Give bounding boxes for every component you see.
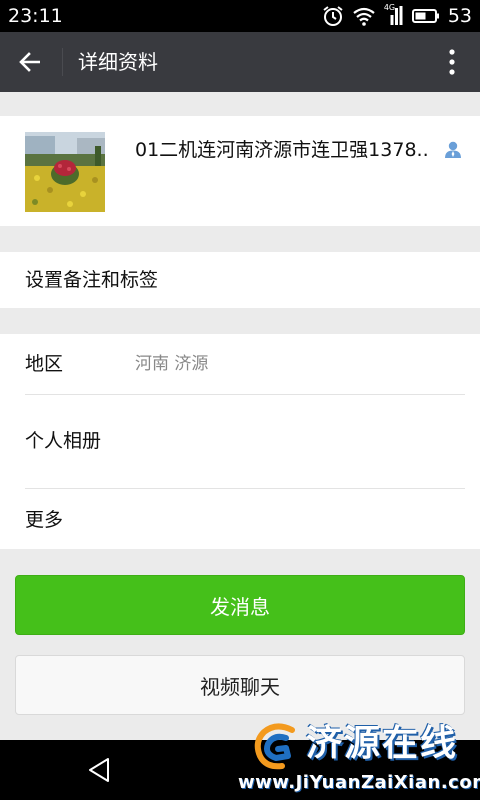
profile-card[interactable]: 01二机连河南济源市连卫强1378..: [0, 116, 480, 226]
more-vertical-icon: [449, 49, 455, 75]
nav-back-icon[interactable]: [86, 756, 114, 784]
info-list: 地区 河南 济源 个人相册 更多: [0, 334, 480, 549]
signal-icon: 4G: [384, 3, 404, 27]
status-bar: 23:11 4G 53: [0, 0, 480, 32]
title-bar: 详细资料: [0, 32, 480, 92]
avatar[interactable]: [25, 132, 105, 212]
watermark-title: 济源在线: [306, 723, 459, 764]
video-chat-button[interactable]: 视频聊天: [15, 655, 465, 715]
battery-icon: [411, 9, 439, 23]
more-menu-button[interactable]: [442, 46, 462, 78]
divider: [25, 394, 465, 395]
status-icons: 4G 53: [322, 3, 472, 28]
title-divider: [62, 48, 63, 76]
contact-person-icon: [445, 141, 461, 158]
personal-album-item[interactable]: 个人相册: [25, 427, 101, 455]
remark-label: 设置备注和标签: [25, 269, 159, 291]
set-remark-tags-item[interactable]: 设置备注和标签: [0, 252, 480, 308]
contact-name: 01二机连河南济源市连卫强1378..: [135, 139, 429, 161]
watermark-logo-icon: [254, 723, 295, 770]
region-value: 河南 济源: [135, 354, 209, 374]
back-button[interactable]: [12, 44, 48, 80]
send-message-button[interactable]: 发消息: [15, 575, 465, 635]
alarm-icon: [323, 6, 343, 26]
wifi-icon: [353, 7, 375, 26]
divider: [25, 488, 465, 489]
watermark-url: www.JiYuanZaiXian.com: [238, 772, 480, 793]
more-info-item[interactable]: 更多: [25, 506, 63, 534]
page-title: 详细资料: [78, 50, 158, 74]
status-time: 23:11: [8, 5, 63, 27]
avatar-image: [25, 132, 105, 212]
region-label: 地区: [25, 353, 64, 375]
back-arrow-icon: [19, 52, 40, 72]
battery-percent: 53: [447, 5, 472, 27]
